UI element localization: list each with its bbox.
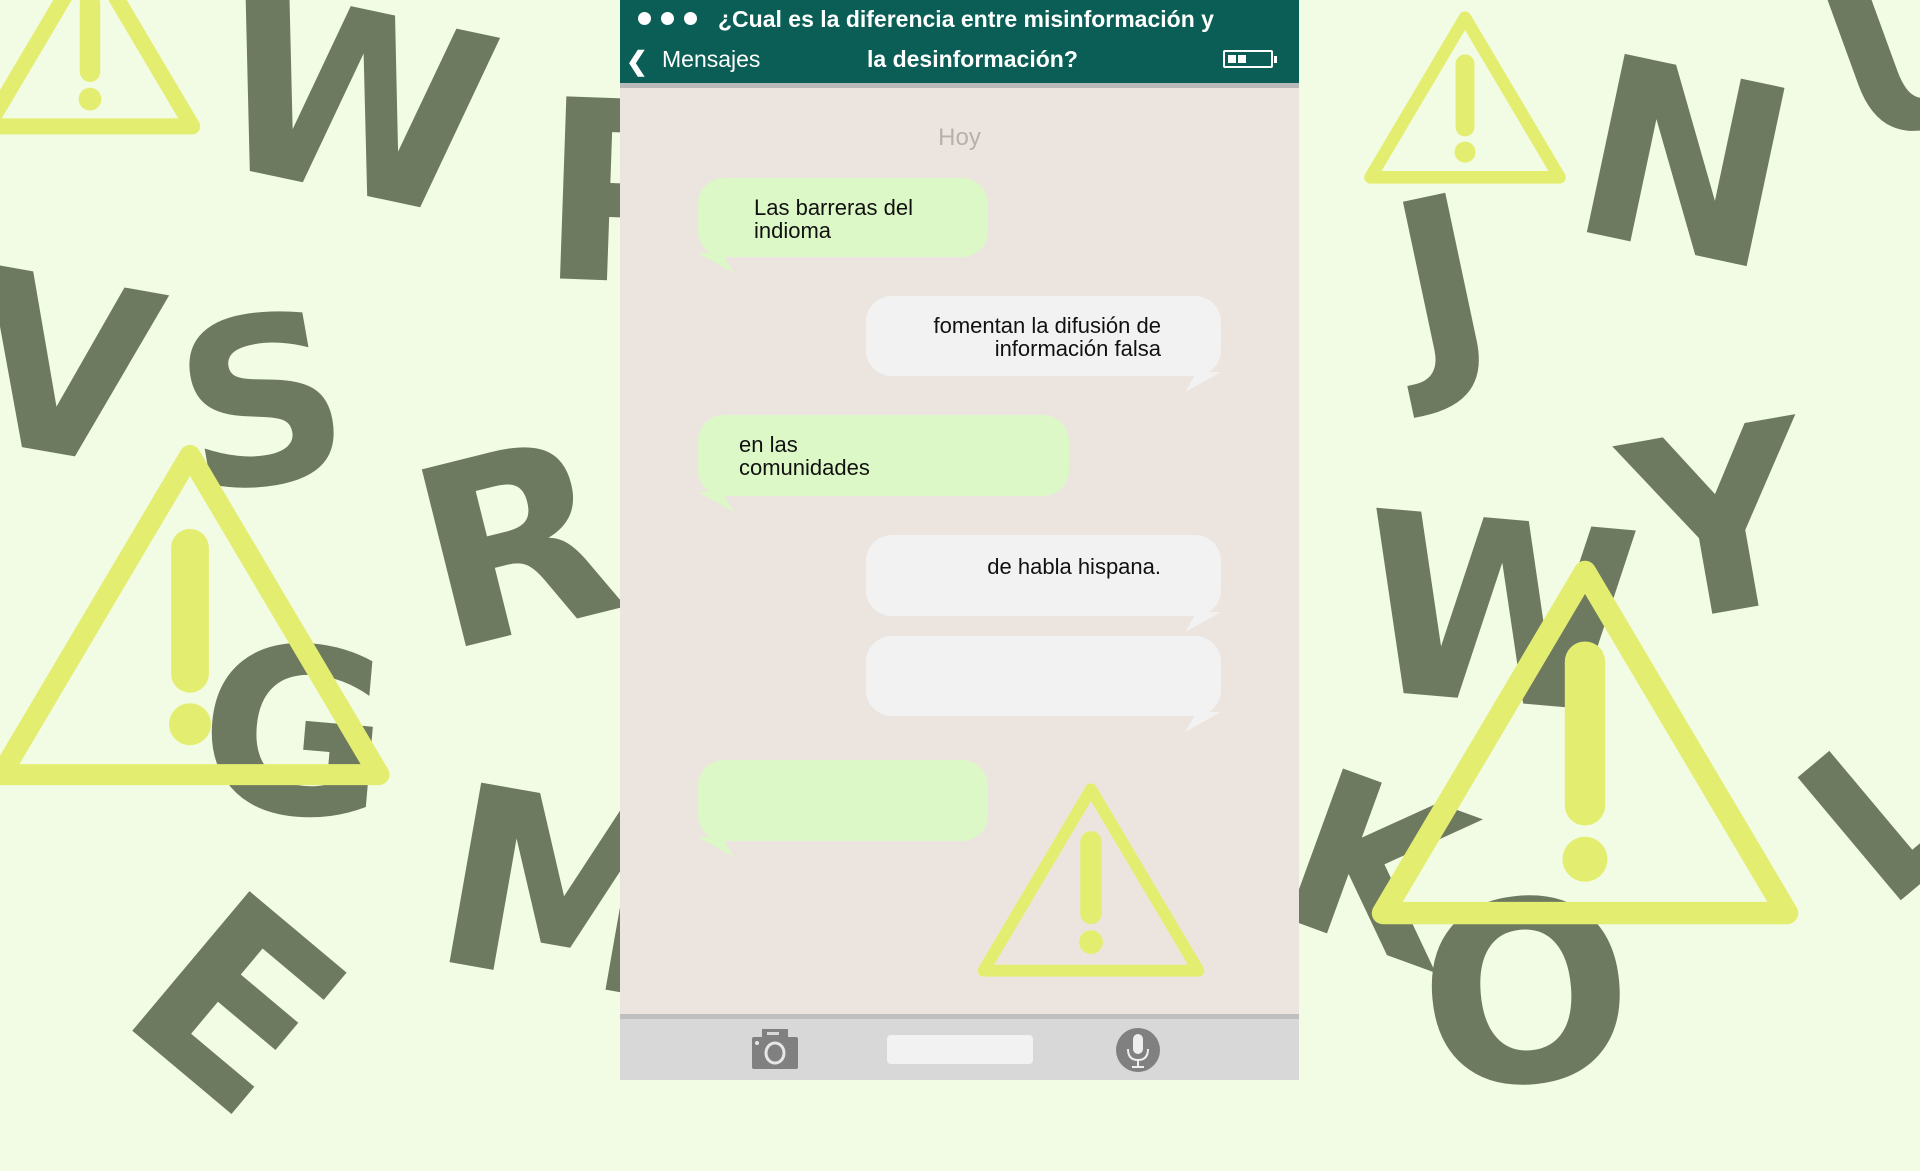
bg-letter: W (187, 0, 519, 276)
warning-triangle-icon (0, 0, 201, 135)
message-bubble-incoming: Las barreras del indioma (698, 178, 988, 257)
message-text: comunidades (739, 455, 870, 480)
composer-bar (620, 1014, 1299, 1080)
chevron-left-icon[interactable]: ❮ (626, 46, 648, 77)
warning-triangle-icon (1371, 560, 1799, 925)
battery-icon (1223, 50, 1277, 68)
message-text: Las barreras del (754, 195, 913, 220)
message-bubble-incoming: en las comunidades (698, 415, 1069, 496)
message-bubble-outgoing-empty (866, 636, 1221, 716)
camera-icon[interactable] (752, 1029, 798, 1069)
warning-triangle-icon (0, 444, 390, 786)
chat-title-line1: ¿Cual es la diferencia entre misinformac… (718, 6, 1214, 32)
message-bubble-outgoing: fomentan la difusión de información fals… (866, 296, 1221, 376)
signal-dots-icon (638, 12, 697, 25)
message-input[interactable] (887, 1035, 1033, 1064)
bg-letter: U (1791, 0, 1920, 201)
message-bubble-outgoing: de habla hispana. (866, 535, 1221, 616)
date-separator: Hoy (938, 124, 981, 151)
bg-letter: J (1373, 145, 1513, 424)
bg-letter: N (1552, 0, 1818, 329)
chat-header: ¿Cual es la diferencia entre misinformac… (620, 0, 1299, 88)
bg-letter: R (387, 380, 645, 709)
message-bubble-incoming-empty (698, 760, 988, 841)
phone-chat-screen: ¿Cual es la diferencia entre misinformac… (620, 0, 1299, 1080)
message-text: indioma (754, 218, 832, 243)
message-text: fomentan la difusión de (933, 313, 1162, 338)
microphone-icon[interactable] (1115, 1027, 1161, 1073)
back-button[interactable]: Mensajes (662, 46, 760, 73)
message-text: información falsa (994, 336, 1161, 361)
message-text: en las (739, 432, 798, 457)
warning-triangle-icon (977, 783, 1205, 977)
chat-title-line2: la desinformación? (867, 46, 1078, 72)
warning-triangle-icon (1364, 11, 1566, 184)
bg-letter: E (76, 838, 395, 1171)
message-text: de habla hispana. (987, 554, 1161, 579)
